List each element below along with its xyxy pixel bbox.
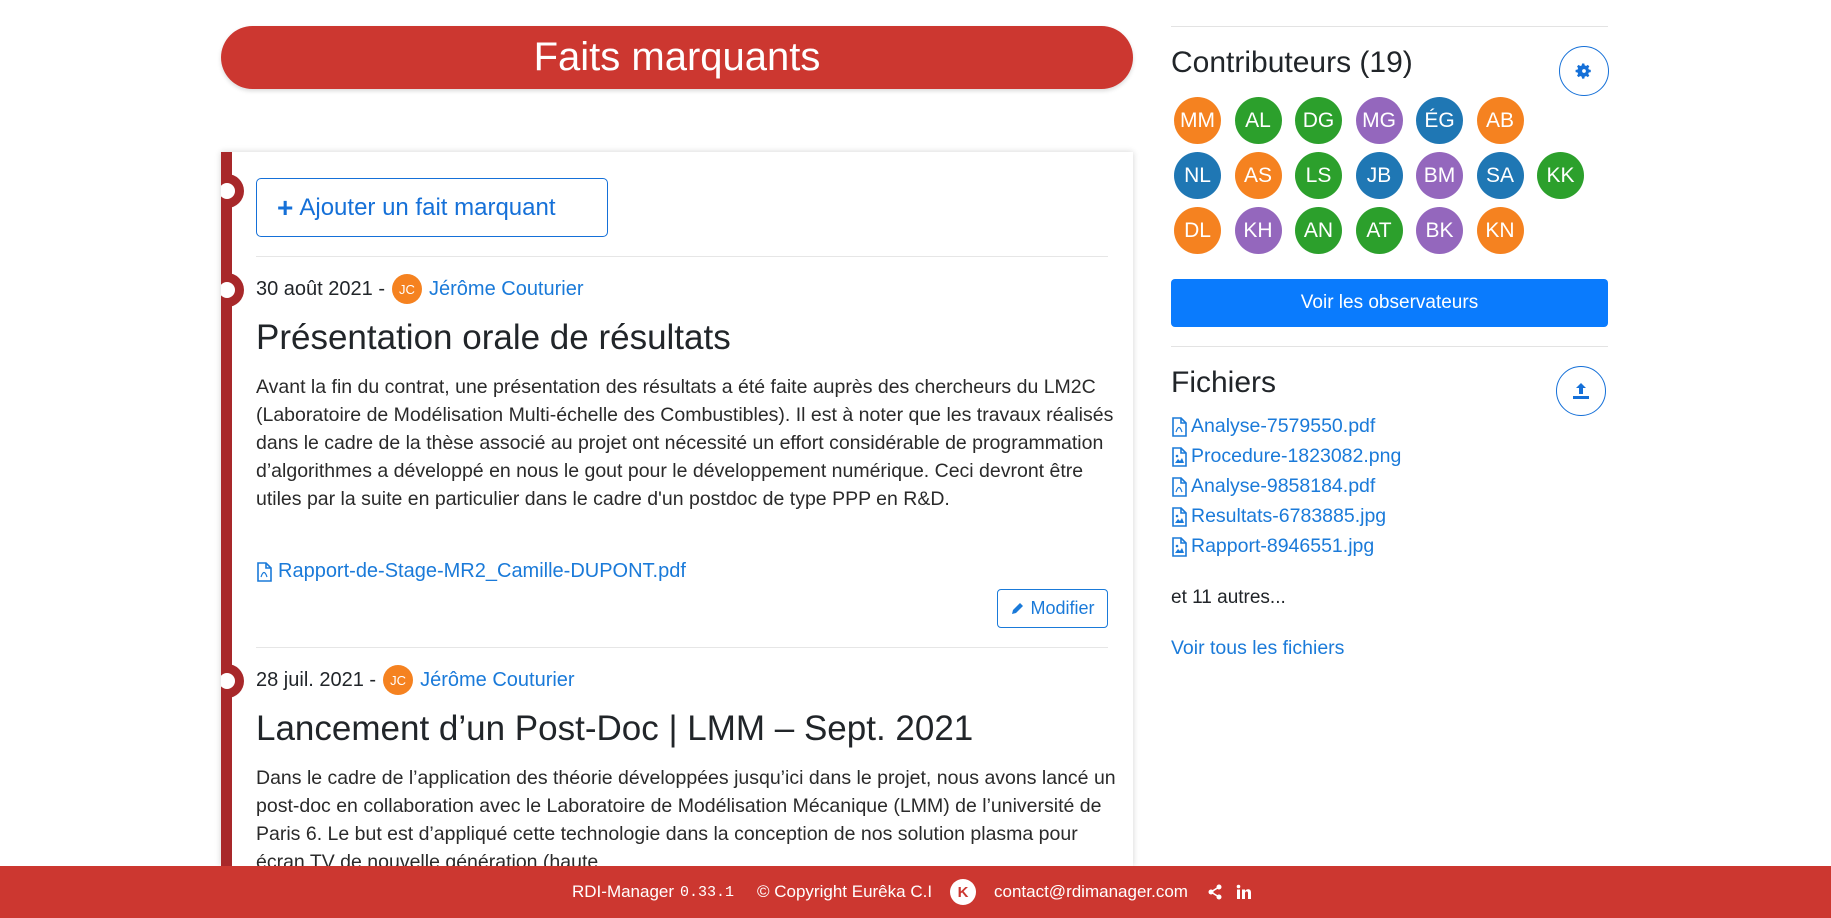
- pdf-file-icon: [257, 561, 272, 582]
- top-divider: [1171, 26, 1608, 27]
- file-link[interactable]: Analyse-9858184.pdf: [1171, 475, 1375, 498]
- page-title: Faits marquants: [221, 26, 1133, 89]
- plus-icon: +: [277, 191, 294, 223]
- contributor-avatar[interactable]: SA: [1476, 152, 1524, 199]
- add-highlight-label: Ajouter un fait marquant: [299, 193, 556, 221]
- timeline-rail: [221, 152, 232, 866]
- contributor-avatar[interactable]: BM: [1416, 152, 1463, 199]
- pencil-icon: [1012, 603, 1024, 614]
- company-logo: K: [950, 866, 976, 918]
- contributor-avatar[interactable]: JB: [1355, 152, 1403, 199]
- file-link[interactable]: Procedure-1823082.png: [1171, 445, 1401, 468]
- avatar: JC: [383, 665, 414, 695]
- copyright-text: © Copyright Eurêka C.I: [757, 882, 933, 901]
- contributor-avatar[interactable]: KK: [1537, 152, 1584, 199]
- divider: [1171, 346, 1608, 347]
- linkedin-icon: [1236, 884, 1251, 899]
- upload-icon: [1573, 383, 1589, 399]
- post-title: Lancement d’un Post-Doc | LMM – Sept. 20…: [256, 709, 974, 748]
- linkedin-button[interactable]: [1236, 866, 1252, 918]
- contributor-avatar[interactable]: AT: [1355, 207, 1403, 254]
- edit-button[interactable]: Modifier: [997, 589, 1108, 628]
- post-date: 30 août 2021 -: [256, 277, 385, 300]
- add-highlight-button[interactable]: + Ajouter un fait marquant: [256, 178, 608, 237]
- divider: [256, 647, 1108, 648]
- logo-icon: K: [950, 879, 976, 905]
- image-file-icon: [1171, 446, 1187, 467]
- contributor-avatar[interactable]: DG: [1295, 97, 1342, 144]
- file-name: Rapport-8946551.jpg: [1191, 535, 1375, 557]
- file-name: Procedure-1823082.png: [1191, 445, 1402, 467]
- contributor-avatar[interactable]: MM: [1174, 97, 1221, 144]
- contributor-avatar[interactable]: KN: [1476, 207, 1524, 254]
- file-link[interactable]: Resultats-6783885.jpg: [1171, 505, 1386, 528]
- post-body: Avant la fin du contrat, une présentatio…: [256, 376, 1114, 510]
- post-meta: 28 juil. 2021 - JC Jérôme Couturier: [256, 665, 575, 695]
- attachment-name: Rapport-de-Stage-MR2_Camille-DUPONT.pdf: [278, 560, 686, 582]
- view-observers-button[interactable]: Voir les observateurs: [1171, 279, 1608, 327]
- contributor-avatar[interactable]: AS: [1234, 152, 1282, 199]
- view-all-files-link[interactable]: Voir tous les fichiers: [1171, 637, 1344, 660]
- avatar: JC: [392, 274, 422, 304]
- timeline-node: [221, 273, 244, 307]
- app-version: RDI-Manager 0.33.1: [572, 866, 734, 918]
- contributor-avatar[interactable]: ÉG: [1416, 97, 1463, 144]
- post-meta: 30 août 2021 - JC Jérôme Couturier: [256, 274, 584, 304]
- file-name: Analyse-9858184.pdf: [1191, 475, 1376, 497]
- share-button[interactable]: [1207, 866, 1223, 918]
- gear-icon: [1575, 63, 1591, 79]
- contributor-avatar[interactable]: LS: [1295, 152, 1342, 199]
- timeline-node: [221, 664, 244, 698]
- contributor-avatar[interactable]: NL: [1174, 152, 1221, 199]
- contributor-avatar[interactable]: AL: [1234, 97, 1282, 144]
- contributors-settings-button[interactable]: [1559, 46, 1609, 96]
- divider: [256, 256, 1108, 257]
- contributors-title: Contributeurs (19): [1171, 46, 1413, 79]
- contributor-avatar[interactable]: MG: [1355, 97, 1403, 144]
- more-files-text: et 11 autres...: [1171, 587, 1286, 608]
- share-icon: [1208, 884, 1222, 900]
- author-link[interactable]: Jérôme Couturier: [420, 669, 575, 692]
- contributor-avatar[interactable]: AN: [1295, 207, 1342, 254]
- file-name: Resultats-6783885.jpg: [1191, 505, 1387, 527]
- contributor-avatar[interactable]: AB: [1476, 97, 1524, 144]
- pdf-file-icon: [1171, 416, 1187, 437]
- contributor-avatar[interactable]: DL: [1174, 207, 1221, 254]
- image-file-icon: [1171, 506, 1187, 527]
- contributor-avatar[interactable]: BK: [1416, 207, 1463, 254]
- file-link[interactable]: Rapport-8946551.jpg: [1171, 535, 1374, 558]
- timeline-node: [221, 174, 244, 208]
- author-link[interactable]: Jérôme Couturier: [429, 278, 584, 301]
- file-name: Analyse-7579550.pdf: [1191, 415, 1376, 437]
- pdf-file-icon: [1171, 476, 1187, 497]
- files-title: Fichiers: [1171, 366, 1277, 399]
- image-file-icon: [1171, 536, 1187, 557]
- timeline-card: + Ajouter un fait marquant 30 août 2021 …: [221, 152, 1133, 866]
- upload-file-button[interactable]: [1556, 366, 1606, 416]
- file-link[interactable]: Analyse-7579550.pdf: [1171, 415, 1375, 438]
- app-name: RDI-Manager: [572, 882, 675, 901]
- post-date: 28 juil. 2021 -: [256, 668, 377, 691]
- attachment-link[interactable]: Rapport-de-Stage-MR2_Camille-DUPONT.pdf: [256, 560, 686, 583]
- post-body: Dans le cadre de l’application des théor…: [256, 767, 1116, 866]
- contributor-avatar[interactable]: KH: [1234, 207, 1282, 254]
- contact-link[interactable]: contact@rdimanager.com: [994, 866, 1188, 918]
- edit-label: Modifier: [1030, 598, 1095, 618]
- post-title: Présentation orale de résultats: [256, 318, 731, 357]
- footer: RDI-Manager 0.33.1 © Copyright Eurêka C.…: [0, 866, 1831, 918]
- version-number: 0.33.1: [680, 883, 735, 901]
